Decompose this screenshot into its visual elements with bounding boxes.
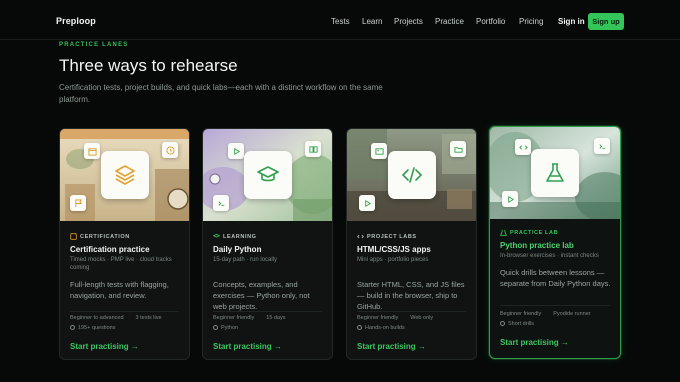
play-icon [359, 195, 375, 211]
card-description: Concepts, examples, and exercises — Pyth… [213, 280, 310, 311]
nav-link-projects[interactable]: Projects [394, 17, 423, 26]
card-description: Quick drills between lessons — separate … [500, 268, 611, 288]
card-category: LEARNING [213, 233, 257, 240]
clock-icon [70, 325, 75, 331]
section-subtitle: Certification tests, project builds, and… [59, 83, 383, 104]
tag-count: 3 tests live [135, 315, 162, 321]
layers-icon [100, 151, 149, 199]
card-divider [213, 311, 322, 312]
graduation-cap-icon [243, 151, 292, 199]
start-practising-link[interactable]: Start practising → [213, 342, 282, 351]
card-illustration [203, 129, 332, 221]
card-title: Certification practice [70, 245, 150, 254]
tag-count: Pyodide runner [553, 311, 591, 317]
top-nav: Preploop Tests Learn Projects Practice P… [0, 0, 680, 40]
badge-icon [70, 233, 77, 240]
code-icon [515, 139, 531, 155]
card-tags: Beginner friendly Pyodide runner Short dr… [500, 311, 616, 331]
tag-extra: Short drills [508, 321, 534, 327]
card-illustration [347, 129, 476, 221]
python-icon [213, 325, 218, 331]
flask-icon [531, 149, 579, 197]
start-practising-link[interactable]: Start practising → [70, 342, 139, 351]
tag-extra: Hands-on builds [365, 325, 405, 331]
card-category: PRACTICE LAB [500, 229, 558, 236]
section-eyebrow: PRACTICE LANES [59, 42, 129, 48]
tag-count: 15 days [266, 315, 286, 321]
card-tags: Beginner friendly 15 days Python [213, 315, 329, 335]
card-illustration [60, 129, 189, 221]
card-tags: Beginner friendly Web only Hands-on build… [357, 315, 473, 335]
tag-level: Beginner to advanced [70, 315, 124, 321]
card-project-labs[interactable]: PROJECT LABS HTML/CSS/JS apps Mini apps … [346, 128, 477, 360]
card-title: Daily Python [213, 245, 262, 254]
tag-level: Beginner friendly [500, 311, 542, 317]
play-icon [502, 191, 518, 207]
card-description: Starter HTML, CSS, and JS files — build … [357, 280, 465, 311]
brand-logo[interactable]: Preploop [56, 16, 96, 26]
terminal-icon [213, 195, 229, 211]
card-practice-lab[interactable]: PRACTICE LAB Python practice lab In-brow… [489, 126, 621, 359]
nav-link-tests[interactable]: Tests [331, 17, 350, 26]
card-description: Full-length tests with flagging, navigat… [70, 280, 169, 300]
nav-link-learn[interactable]: Learn [362, 17, 382, 26]
card-learning[interactable]: LEARNING Daily Python 15-day path · run … [202, 128, 333, 360]
start-practising-link[interactable]: Start practising → [500, 338, 569, 347]
card-divider [357, 311, 466, 312]
card-meta: 15-day path · run locally [213, 257, 278, 263]
tag-extra: Python [221, 325, 239, 331]
card-title: Python practice lab [500, 241, 574, 250]
timer-icon [500, 321, 505, 327]
nav-link-pricing[interactable]: Pricing [519, 17, 543, 26]
card-category: PROJECT LABS [357, 233, 417, 240]
card-meta: Timed mocks · PMP live · cloud tracks co… [70, 257, 172, 271]
sign-up-button[interactable]: Sign up [588, 13, 624, 30]
card-title: HTML/CSS/JS apps [357, 245, 431, 254]
terminal-icon [594, 138, 610, 154]
card-certification[interactable]: CERTIFICATION Certification practice Tim… [59, 128, 190, 360]
beaker-icon [500, 229, 507, 236]
play-icon [228, 143, 244, 159]
code-icon [357, 234, 364, 239]
card-divider [500, 305, 610, 306]
nav-link-practice[interactable]: Practice [435, 17, 464, 26]
image-icon [371, 143, 387, 159]
tag-level: Beginner friendly [213, 315, 255, 321]
card-category: CERTIFICATION [70, 233, 130, 240]
calendar-icon [84, 143, 100, 159]
book-icon [305, 141, 321, 157]
flag-icon [70, 195, 86, 211]
card-meta: Mini apps · portfolio pieces [357, 257, 429, 263]
start-practising-link[interactable]: Start practising → [357, 342, 426, 351]
card-tags: Beginner to advanced 3 tests live 195+ qu… [70, 315, 186, 335]
code-icon [387, 151, 436, 199]
card-divider [70, 311, 179, 312]
tag-count: Web only [410, 315, 434, 321]
card-illustration [490, 127, 620, 219]
sign-in-link[interactable]: Sign in [558, 17, 585, 26]
nav-link-portfolio[interactable]: Portfolio [476, 17, 505, 26]
hammer-icon [357, 325, 362, 331]
cap-icon [213, 233, 220, 238]
tag-extra: 195+ questions [78, 325, 116, 331]
tag-level: Beginner friendly [357, 315, 399, 321]
section-title: Three ways to rehearse [59, 56, 238, 75]
card-meta: In-browser exercises · instant checks [500, 253, 599, 259]
folder-icon [450, 141, 466, 157]
clock-icon [162, 142, 178, 158]
